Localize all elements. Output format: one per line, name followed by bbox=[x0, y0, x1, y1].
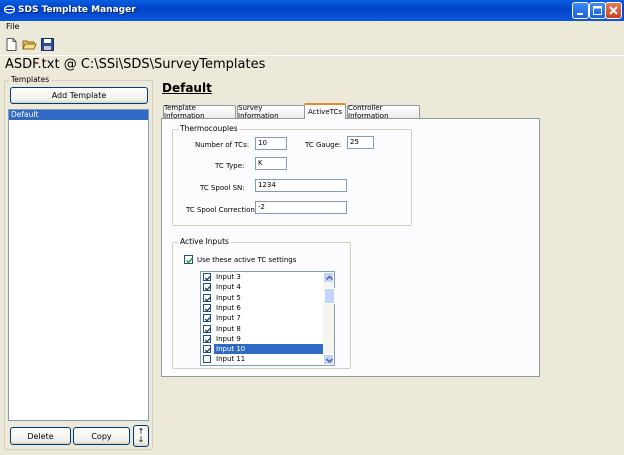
tc-gauge-input[interactable]: 25 bbox=[347, 136, 374, 149]
input-label: Input 3 bbox=[216, 273, 241, 281]
toolbar bbox=[0, 35, 624, 56]
scroll-down-button[interactable] bbox=[323, 354, 334, 365]
input-checkbox[interactable] bbox=[203, 273, 212, 281]
input-row[interactable]: Input 4 bbox=[202, 282, 322, 292]
checkmark-icon bbox=[204, 275, 212, 281]
input-checkbox[interactable] bbox=[203, 324, 212, 333]
checkmark-icon bbox=[204, 326, 212, 333]
thermocouples-group-label: Thermocouples bbox=[178, 124, 240, 133]
copy-button[interactable]: Copy bbox=[73, 427, 130, 445]
input-label: Input 10 bbox=[214, 344, 324, 355]
tab-active-tcs[interactable]: ActiveTCs bbox=[304, 103, 346, 119]
template-list-item[interactable]: Default bbox=[9, 110, 148, 120]
input-row[interactable]: Input 8 bbox=[202, 324, 322, 334]
template-list[interactable] bbox=[8, 109, 149, 421]
input-checkbox[interactable] bbox=[203, 293, 212, 302]
tab-template-information[interactable]: Template Information bbox=[163, 104, 236, 120]
scroll-thumb[interactable] bbox=[324, 288, 335, 304]
tab-survey-information[interactable]: Survey Information bbox=[237, 104, 305, 120]
input-row[interactable]: Input 10 bbox=[202, 344, 324, 355]
input-row[interactable]: Input 5 bbox=[202, 293, 322, 303]
app-icon bbox=[4, 5, 15, 14]
tc-spool-correction-label: TC Spool Correction: bbox=[186, 206, 258, 214]
minimize-icon bbox=[577, 13, 583, 15]
maximize-button[interactable] bbox=[589, 2, 606, 19]
input-row[interactable]: Input 11 bbox=[202, 354, 322, 364]
input-row[interactable]: Input 7 bbox=[202, 313, 322, 323]
checkmark-icon bbox=[204, 306, 212, 312]
input-label: Input 4 bbox=[216, 283, 241, 292]
tc-spool-sn-input[interactable]: 1234 bbox=[255, 179, 347, 192]
input-label: Input 7 bbox=[216, 314, 241, 323]
open-button[interactable] bbox=[22, 37, 37, 52]
tc-spool-correction-input[interactable]: -2 bbox=[255, 201, 347, 214]
input-label: Input 5 bbox=[216, 293, 241, 302]
input-checkbox[interactable] bbox=[203, 314, 212, 323]
delete-button[interactable]: Delete bbox=[10, 427, 71, 445]
input-checkbox[interactable] bbox=[203, 283, 212, 292]
maximize-icon bbox=[593, 6, 602, 15]
new-file-button[interactable] bbox=[4, 37, 19, 52]
scroll-down-icon bbox=[325, 358, 334, 364]
move-template-button[interactable]: ↑ ↓ bbox=[133, 425, 149, 447]
scroll-up-button[interactable] bbox=[323, 272, 334, 283]
scroll-up-icon bbox=[325, 275, 334, 281]
input-checkbox[interactable] bbox=[203, 303, 212, 312]
add-template-button[interactable]: Add Template bbox=[10, 87, 148, 104]
input-row[interactable]: Input 3 bbox=[202, 272, 322, 282]
menu-file[interactable]: File bbox=[6, 22, 19, 31]
scrollbar[interactable] bbox=[323, 272, 334, 365]
save-button[interactable] bbox=[40, 37, 55, 52]
window-title: SDS Template Manager bbox=[18, 5, 136, 15]
checkmark-icon bbox=[204, 347, 212, 353]
save-icon bbox=[41, 38, 54, 51]
tc-gauge-label: TC Gauge: bbox=[305, 141, 342, 149]
checkmark-icon bbox=[204, 337, 212, 343]
tc-type-label: TC Type: bbox=[215, 162, 245, 170]
input-checkbox[interactable] bbox=[203, 355, 211, 364]
templates-group-label: Templates bbox=[9, 75, 52, 84]
input-label: Input 11 bbox=[216, 355, 246, 364]
checkmark-icon bbox=[204, 295, 212, 302]
input-checkbox[interactable] bbox=[203, 334, 212, 343]
checkmark-icon bbox=[204, 316, 212, 322]
arrow-down-icon: ↓ bbox=[137, 435, 145, 444]
template-name-heading: Default bbox=[162, 81, 212, 95]
num-tcs-input[interactable]: 10 bbox=[255, 137, 287, 150]
input-label: Input 6 bbox=[216, 303, 241, 312]
num-tcs-label: Number of TCs: bbox=[195, 141, 250, 149]
input-row[interactable]: Input 6 bbox=[202, 303, 322, 313]
active-inputs-group-label: Active Inputs bbox=[178, 237, 231, 246]
tab-controller-information[interactable]: Controller Information bbox=[347, 104, 420, 120]
checkmark-icon bbox=[186, 257, 194, 264]
active-inputs-rows: Input 3 Input 4 Input 5 Input 6 Input 7 Input… bbox=[200, 272, 324, 365]
input-label: Input 8 bbox=[216, 324, 241, 333]
use-active-tc-label: Use these active TC settings bbox=[197, 256, 297, 264]
input-row[interactable]: Input 9 bbox=[202, 334, 322, 344]
use-active-tc-checkbox[interactable] bbox=[184, 255, 194, 264]
input-label: Input 9 bbox=[216, 334, 241, 343]
new-file-icon bbox=[6, 38, 17, 51]
file-path-heading: ASDF.txt @ C:\SSi\SDS\SurveyTemplates bbox=[5, 57, 266, 72]
checkmark-icon bbox=[204, 285, 212, 292]
tc-spool-sn-label: TC Spool SN: bbox=[200, 184, 245, 192]
menu-bar bbox=[0, 21, 624, 34]
close-button[interactable] bbox=[605, 2, 622, 19]
tc-type-input[interactable]: K bbox=[255, 157, 287, 170]
minimize-button[interactable] bbox=[572, 2, 589, 19]
input-checkbox[interactable] bbox=[203, 345, 212, 354]
open-folder-icon bbox=[22, 40, 37, 50]
close-icon bbox=[609, 6, 618, 15]
